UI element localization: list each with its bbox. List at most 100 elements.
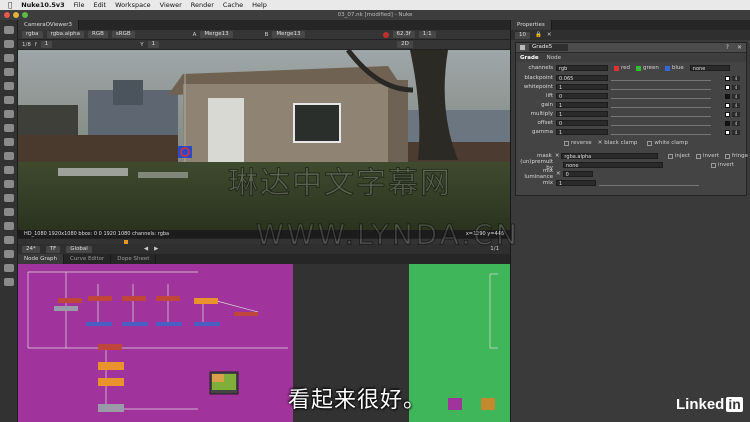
color-picker-icon[interactable] <box>725 102 730 108</box>
tf-select[interactable]: TF <box>45 245 61 253</box>
image-tool-icon[interactable] <box>3 26 14 34</box>
play-forward-icon[interactable]: ▶ <box>154 246 158 252</box>
white-clamp-checkbox[interactable] <box>647 140 653 146</box>
lock-icon[interactable]: 🔒 <box>535 32 542 38</box>
input-b-select[interactable]: Merge13 <box>272 31 305 38</box>
grade-node[interactable] <box>156 296 180 301</box>
ofx-tool-icon[interactable] <box>3 250 14 258</box>
menu-file[interactable]: File <box>74 1 85 9</box>
tab-grade[interactable]: Grade <box>520 55 539 61</box>
read-node[interactable] <box>54 306 78 311</box>
filter-tool-icon[interactable] <box>3 96 14 104</box>
node-graph[interactable] <box>18 264 510 422</box>
fps-field[interactable]: 24* <box>22 245 40 253</box>
menu-app-name[interactable]: Nuke10.5v3 <box>21 1 64 9</box>
keyer-tool-icon[interactable] <box>3 110 14 118</box>
blackpoint-field[interactable]: 0.065 <box>556 75 608 82</box>
merge-node[interactable] <box>98 362 124 370</box>
merge-node[interactable] <box>98 378 124 386</box>
gain-slider[interactable] <box>611 102 711 108</box>
grade-node[interactable] <box>58 298 82 303</box>
3d-tool-icon[interactable] <box>3 152 14 160</box>
alpha-select[interactable]: rgba.alpha <box>46 31 85 38</box>
colorspace-a-select[interactable]: RGB <box>88 31 108 38</box>
mix-luminance-field[interactable]: 0 <box>562 171 593 178</box>
read-node[interactable] <box>98 404 124 412</box>
tab-dope-sheet[interactable]: Dope Sheet <box>111 254 157 264</box>
zoom-select[interactable]: 1:1 <box>418 31 436 38</box>
unpremult-invert-checkbox[interactable] <box>711 162 716 168</box>
colorspace-b-select[interactable]: sRGB <box>111 31 135 38</box>
other-tool-icon[interactable] <box>3 222 14 230</box>
mix-luminance-checkbox[interactable]: ✕ <box>556 171 561 177</box>
color-picker-icon[interactable] <box>725 120 730 126</box>
menu-render[interactable]: Render <box>191 1 214 9</box>
color-picker-icon[interactable] <box>725 129 730 135</box>
color-picker-icon[interactable] <box>725 75 730 81</box>
node-color-icon[interactable] <box>520 45 525 50</box>
blackpoint-slider[interactable] <box>611 75 711 81</box>
time-tool-icon[interactable] <box>3 54 14 62</box>
multiply-field[interactable]: 1 <box>556 111 608 118</box>
apple-icon[interactable]:  <box>8 1 12 9</box>
blue-check[interactable] <box>664 65 670 71</box>
grade-node[interactable] <box>98 344 122 350</box>
tab-curve-editor[interactable]: Curve Editor <box>63 254 112 264</box>
black-clamp-checkbox[interactable]: ✕ <box>598 140 603 146</box>
transform-node[interactable] <box>194 322 220 326</box>
particles-tool-icon[interactable] <box>3 194 14 202</box>
bokeh-tool-icon[interactable] <box>3 278 14 286</box>
gamma-field[interactable]: 1 <box>556 129 608 136</box>
tab-properties[interactable]: Properties <box>511 20 552 30</box>
tab-viewer[interactable]: CameraOViewer3 <box>18 20 80 30</box>
mask-select[interactable]: rgba.alpha <box>561 153 659 160</box>
alpha-channel-select[interactable]: none <box>689 65 730 72</box>
mix-field[interactable]: 1 <box>556 180 596 187</box>
grade-node[interactable] <box>122 296 146 301</box>
mix-slider[interactable] <box>599 180 699 186</box>
play-back-icon[interactable]: ◀ <box>144 246 148 252</box>
menu-cache[interactable]: Cache <box>223 1 243 9</box>
menu-viewer[interactable]: Viewer <box>160 1 182 9</box>
unpremult-select[interactable]: none <box>563 162 663 169</box>
lift-field[interactable]: 0 <box>556 93 608 100</box>
whitepoint-slider[interactable] <box>611 84 711 90</box>
draw-tool-icon[interactable] <box>3 40 14 48</box>
tab-node[interactable]: Node <box>547 55 561 61</box>
toolsets-tool-icon[interactable] <box>3 208 14 216</box>
global-select[interactable]: Global <box>66 245 92 253</box>
whitepoint-field[interactable]: 1 <box>556 84 608 91</box>
transform-node[interactable] <box>156 322 182 326</box>
menu-edit[interactable]: Edit <box>94 1 107 9</box>
minimize-window-button[interactable] <box>13 12 19 18</box>
grade-node[interactable] <box>481 398 495 410</box>
furnace-tool-icon[interactable] <box>3 236 14 244</box>
inject-checkbox[interactable] <box>668 153 673 159</box>
gamma-field[interactable]: 1 <box>147 41 160 48</box>
cara-tool-icon[interactable] <box>3 264 14 272</box>
grade-node[interactable] <box>234 312 258 316</box>
color-picker-icon[interactable] <box>725 84 730 90</box>
lift-slider[interactable] <box>611 93 711 99</box>
input-a-select[interactable]: Merge13 <box>200 31 233 38</box>
reverse-checkbox[interactable] <box>564 140 569 146</box>
close-panel-icon[interactable]: ✕ <box>737 44 742 51</box>
green-check[interactable] <box>636 65 642 71</box>
max-panels-field[interactable]: 10 <box>515 31 530 39</box>
invert-checkbox[interactable] <box>696 153 701 159</box>
clear-panels-icon[interactable]: ✕ <box>547 32 552 38</box>
merge-tool-icon[interactable] <box>3 124 14 132</box>
tab-node-graph[interactable]: Node Graph <box>18 254 64 264</box>
frame-ratio[interactable]: 1/8 <box>22 42 31 48</box>
offset-slider[interactable] <box>611 120 711 126</box>
color-tool-icon[interactable] <box>3 82 14 90</box>
menu-help[interactable]: Help <box>252 1 267 9</box>
views-tool-icon[interactable] <box>3 166 14 174</box>
menu-workspace[interactable]: Workspace <box>115 1 151 9</box>
viewer-image[interactable] <box>18 50 510 230</box>
transform-node[interactable] <box>86 322 112 326</box>
fringe-checkbox[interactable] <box>725 153 730 159</box>
help-icon[interactable]: ? <box>726 44 729 51</box>
channel-tool-icon[interactable] <box>3 68 14 76</box>
render-stop-icon[interactable] <box>382 31 389 38</box>
